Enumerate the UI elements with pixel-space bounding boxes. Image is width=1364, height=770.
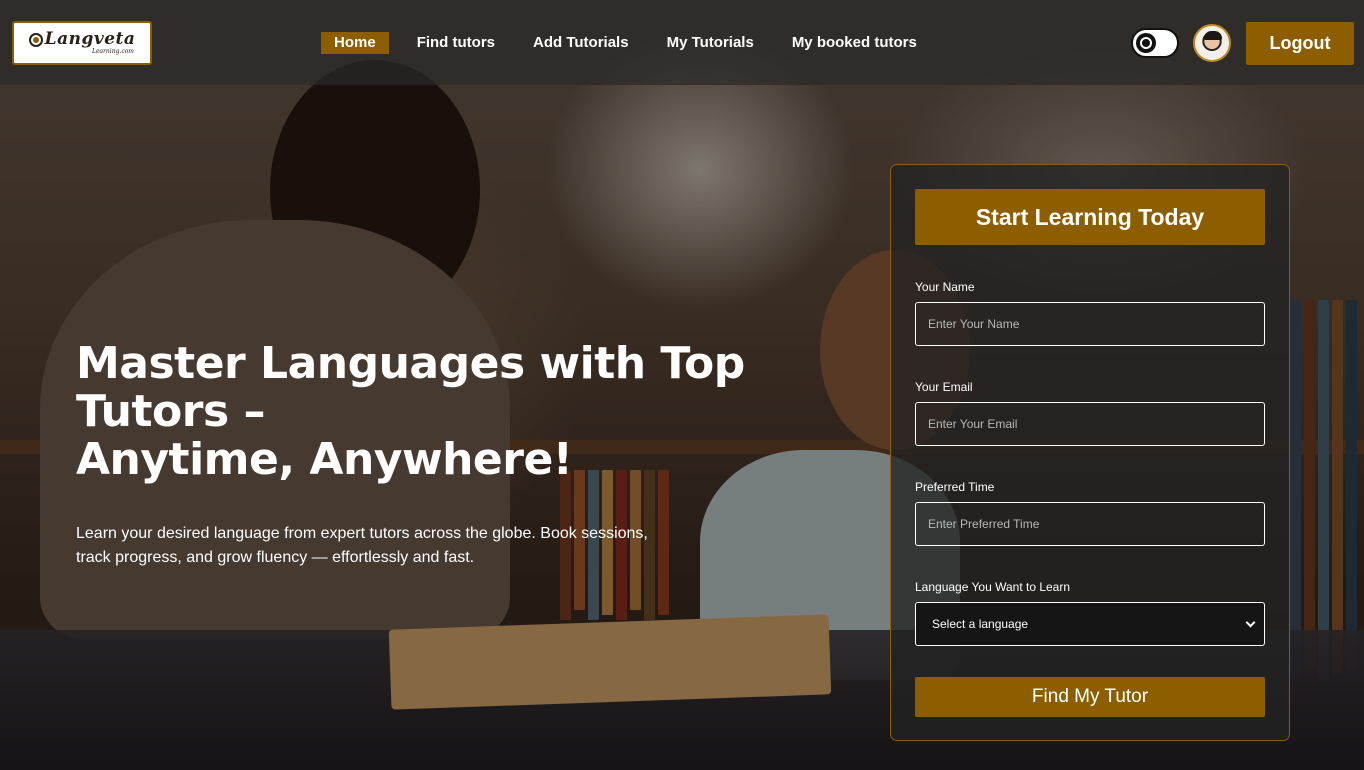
preferred-time-input[interactable] <box>915 502 1265 546</box>
logo-text: Langveta <box>44 29 136 49</box>
theme-toggle-icon <box>1136 33 1156 53</box>
nav-links: Home Find tutors Add Tutorials My Tutori… <box>321 32 955 54</box>
logo-subtext: Learning.com <box>91 48 134 55</box>
signup-form-card: Start Learning Today Your Name Your Emai… <box>890 164 1290 741</box>
chevron-down-icon <box>1245 617 1256 627</box>
navbar: Langveta Learning.com Home Find tutors A… <box>0 0 1364 85</box>
nav-link-my-tutorials[interactable]: My Tutorials <box>667 32 754 54</box>
language-label: Language You Want to Learn <box>915 580 1071 594</box>
hero-title-line1: Master Languages with Top Tutors – <box>76 338 745 437</box>
logout-button[interactable]: Logout <box>1246 22 1354 65</box>
language-select[interactable]: Select a language <box>915 602 1265 646</box>
hero-title-line2: Anytime, Anywhere! <box>76 434 573 485</box>
preferred-time-label: Preferred Time <box>915 480 995 494</box>
nav-link-find-tutors[interactable]: Find tutors <box>417 32 495 54</box>
hero-description: Learn your desired language from expert … <box>76 525 648 566</box>
logo-mark-icon <box>28 32 43 47</box>
find-my-tutor-button[interactable]: Find My Tutor <box>915 677 1265 717</box>
brand-logo[interactable]: Langveta Learning.com <box>12 21 152 65</box>
email-input[interactable] <box>915 402 1265 446</box>
name-label: Your Name <box>915 280 975 294</box>
hero-title: Master Languages with Top Tutors – Anyti… <box>76 340 756 484</box>
email-label: Your Email <box>915 380 973 394</box>
nav-link-my-booked-tutors[interactable]: My booked tutors <box>792 32 917 54</box>
form-heading: Start Learning Today <box>915 189 1265 245</box>
user-avatar[interactable] <box>1193 24 1231 62</box>
language-select-value: Select a language <box>932 617 1029 631</box>
name-input[interactable] <box>915 302 1265 346</box>
theme-toggle[interactable] <box>1131 28 1179 58</box>
nav-link-home[interactable]: Home <box>321 32 389 54</box>
nav-link-add-tutorials[interactable]: Add Tutorials <box>533 32 629 54</box>
